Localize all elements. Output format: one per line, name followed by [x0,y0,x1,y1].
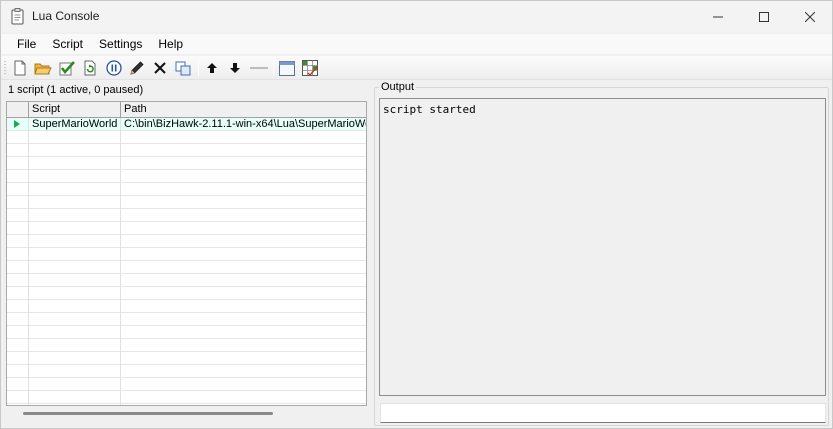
empty-table-row [7,274,366,287]
output-label: Output [379,81,417,93]
empty-table-row [7,352,366,365]
lua-app-icon [11,8,24,25]
column-divider [120,118,121,405]
register-functions-button[interactable] [301,59,319,77]
column-header-path[interactable]: Path [121,102,366,117]
lua-console-window: Lua Console File Script Settings Help 1 … [0,0,833,429]
empty-table-row [7,209,366,222]
empty-table-row [7,391,366,404]
empty-table-row [7,339,366,352]
output-text-area[interactable]: script started [379,98,826,396]
separator-icon [250,67,268,69]
minimize-button[interactable] [695,1,741,32]
empty-table-row [7,378,366,391]
arrow-up-icon [207,63,217,73]
empty-table-row [7,326,366,339]
open-console-window-button[interactable] [278,59,296,77]
empty-table-row [7,196,366,209]
new-script-button[interactable] [11,59,29,77]
running-indicator-icon [14,120,20,128]
move-up-button[interactable] [203,59,221,77]
empty-table-row [7,144,366,157]
empty-table-row [7,131,366,144]
duplicate-script-button[interactable] [174,59,192,77]
empty-table-row [7,287,366,300]
window-title: Lua Console [32,9,100,23]
scripts-list[interactable]: Script Path SuperMarioWorld C:\bin\BizHa… [6,101,367,406]
script-count-status: 1 script (1 active, 0 paused) [8,84,144,96]
empty-table-row [7,222,366,235]
copy-icon [175,61,191,76]
toolbar-grip[interactable] [4,60,6,76]
pause-script-button[interactable] [105,59,123,77]
menu-script[interactable]: Script [44,34,91,54]
insert-separator-button[interactable] [249,59,269,77]
new-file-icon [14,60,26,76]
menu-help[interactable]: Help [150,34,191,54]
console-command-input[interactable] [380,403,826,423]
remove-script-button[interactable] [151,59,169,77]
toolbar [1,56,832,80]
empty-table-row [7,300,366,313]
horizontal-scrollbar-thumb[interactable] [23,412,273,415]
script-name-cell: SuperMarioWorld [32,118,118,130]
maximize-icon [759,11,769,22]
minimize-icon [713,16,723,17]
table-row[interactable]: SuperMarioWorld C:\bin\BizHawk-2.11.1-wi… [7,118,367,131]
checkmark-icon [59,61,75,76]
maximize-button[interactable] [741,1,787,32]
empty-table-row [7,157,366,170]
script-path-cell: C:\bin\BizHawk-2.11.1-win-x64\Lua\SuperM… [124,118,367,130]
menu-bar: File Script Settings Help [1,34,832,54]
grid-icon [302,60,318,76]
window-icon [279,60,295,76]
column-divider [28,118,29,405]
menu-settings[interactable]: Settings [91,34,150,54]
column-header-script[interactable]: Script [29,102,121,117]
toggle-script-button[interactable] [58,59,76,77]
empty-table-row [7,235,366,248]
pause-icon [106,60,122,76]
refresh-icon [84,60,96,76]
empty-table-row [7,313,366,326]
close-icon [805,11,815,22]
reload-script-button[interactable] [81,59,99,77]
edit-script-button[interactable] [128,59,146,77]
move-down-button[interactable] [226,59,244,77]
empty-table-row [7,248,366,261]
close-button[interactable] [787,1,833,32]
column-header-marker[interactable] [7,102,29,117]
empty-table-row [7,183,366,196]
menu-file[interactable]: File [9,34,44,54]
x-icon [154,62,166,74]
scripts-list-header: Script Path [7,102,366,118]
empty-table-row [7,365,366,378]
open-script-button[interactable] [34,59,52,77]
toolbar-separator [273,60,274,76]
open-folder-icon [34,63,52,74]
arrow-down-icon [230,63,240,73]
empty-table-row [7,170,366,183]
pencil-icon [130,61,144,75]
empty-table-row [7,261,366,274]
toolbar-separator [198,60,199,76]
title-bar: Lua Console [1,1,832,32]
